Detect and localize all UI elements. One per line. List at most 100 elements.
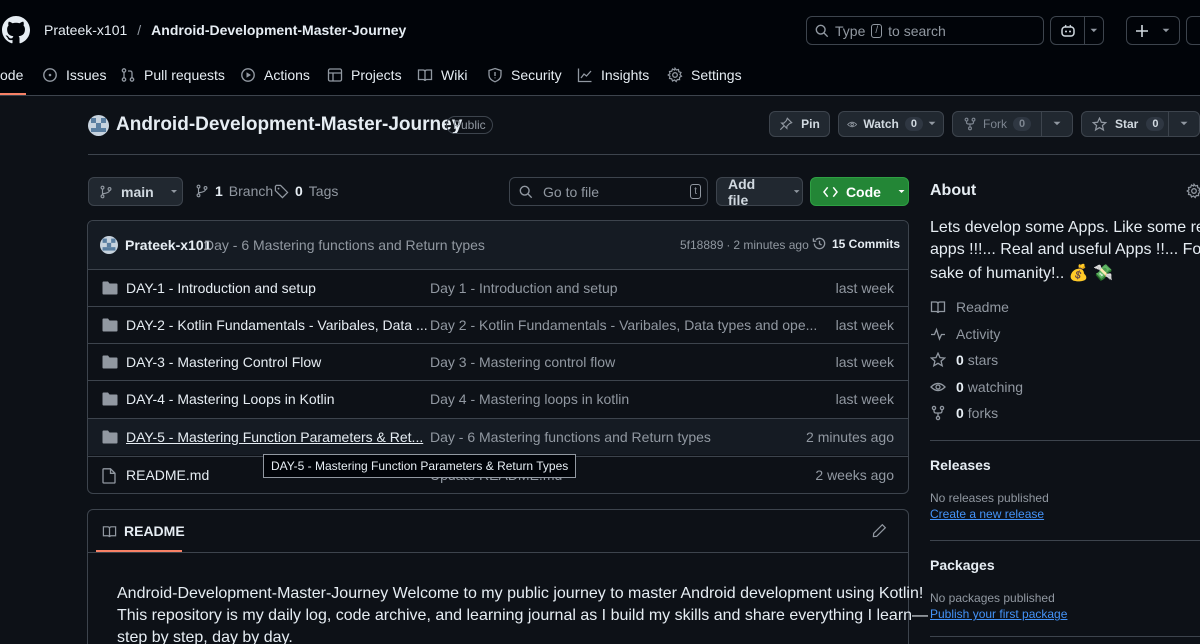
branches-link[interactable]: 1 Branch: [195, 183, 273, 199]
fork-button[interactable]: Fork 0: [952, 111, 1073, 137]
tab-security-label: Security: [511, 67, 562, 83]
star-label: Star: [1115, 117, 1139, 131]
commit-meta-dot: ·: [726, 238, 731, 252]
stars-link[interactable]: 0 stars: [930, 352, 998, 368]
watching-link[interactable]: 0 watching: [930, 379, 1023, 395]
copilot-icon: [1060, 24, 1075, 37]
go-to-file-key-hint: t: [690, 184, 701, 199]
file-commit-message[interactable]: Day 2 - Kotlin Fundamentals - Varibales,…: [430, 317, 817, 333]
tag-icon: [274, 184, 289, 198]
commit-author-avatar: [100, 236, 118, 254]
file-row-hovered[interactable]: DAY-5 - Mastering Function Parameters & …: [88, 418, 908, 455]
issues-shortcut-button[interactable]: [1186, 16, 1200, 45]
tab-projects[interactable]: Projects: [327, 62, 402, 88]
branch-selector[interactable]: main: [88, 177, 183, 206]
chevron-down-icon: [898, 189, 905, 193]
owner-link[interactable]: Prateek-x101: [44, 22, 127, 38]
readme-header-divider: [88, 552, 908, 553]
commits-link[interactable]: 15 Commits: [812, 236, 900, 251]
file-commit-message[interactable]: Day - 6 Mastering functions and Return t…: [430, 429, 711, 445]
create-new-button[interactable]: [1126, 16, 1180, 45]
tab-actions[interactable]: Actions: [240, 62, 310, 88]
folder-icon: [102, 281, 118, 295]
file-row[interactable]: DAY-2 - Kotlin Fundamentals - Varibales,…: [88, 306, 908, 343]
file-name[interactable]: DAY-1 - Introduction and setup: [126, 280, 316, 296]
create-release-link[interactable]: Create a new release: [930, 507, 1044, 521]
add-file-label: Add file: [728, 175, 756, 208]
branch-name: main: [121, 183, 154, 200]
file-name[interactable]: README.md: [126, 467, 209, 483]
pin-button[interactable]: Pin: [769, 111, 830, 137]
file-date: 2 minutes ago: [806, 429, 894, 445]
tab-wiki-label: Wiki: [441, 67, 468, 83]
tab-issues[interactable]: Issues: [42, 62, 106, 88]
file-name[interactable]: DAY-2 - Kotlin Fundamentals - Varibales,…: [126, 317, 428, 333]
fork-count: 0: [1013, 117, 1032, 131]
file-name[interactable]: DAY-3 - Mastering Control Flow: [126, 354, 321, 370]
github-logo-icon[interactable]: [2, 16, 30, 44]
file-name[interactable]: DAY-4 - Mastering Loops in Kotlin: [126, 391, 335, 407]
go-to-file-input[interactable]: Go to file t: [509, 177, 708, 206]
packages-heading[interactable]: Packages: [930, 557, 995, 573]
file-row[interactable]: DAY-3 - Mastering Control Flow Day 3 - M…: [88, 343, 908, 380]
pencil-icon: [872, 523, 887, 538]
chevron-down-icon: [1053, 121, 1061, 126]
sidebar-divider: [930, 540, 1200, 541]
repo-link[interactable]: Android-Development-Master-Journey: [151, 22, 406, 38]
tab-readme[interactable]: README: [102, 523, 185, 539]
forks-link[interactable]: 0 forks: [930, 405, 998, 421]
activity-link[interactable]: Activity: [930, 326, 1000, 342]
copilot-button[interactable]: [1050, 16, 1104, 45]
repo-title[interactable]: Android-Development-Master-Journey: [116, 114, 462, 136]
file-name[interactable]: DAY-5 - Mastering Function Parameters & …: [126, 429, 423, 445]
publish-package-link[interactable]: Publish your first package: [930, 607, 1067, 621]
tab-security[interactable]: Security: [487, 62, 562, 88]
file-row[interactable]: DAY-4 - Mastering Loops in Kotlin Day 4 …: [88, 380, 908, 417]
tab-pull-requests[interactable]: Pull requests: [120, 62, 225, 88]
fork-icon: [964, 117, 976, 131]
commit-message[interactable]: Day - 6 Mastering functions and Return t…: [204, 237, 485, 253]
repo-avatar: [88, 115, 109, 136]
star-button[interactable]: Star 0: [1081, 111, 1200, 137]
file-date: last week: [835, 317, 894, 333]
gear-icon: [667, 67, 683, 83]
tab-code[interactable]: ode: [0, 62, 23, 88]
tooltip: DAY-5 - Mastering Function Parameters & …: [263, 454, 577, 478]
watch-count: 0: [904, 117, 923, 131]
file-date: last week: [835, 354, 894, 370]
book-icon: [102, 525, 117, 537]
file-commit-message[interactable]: Day 4 - Mastering loops in kotlin: [430, 391, 629, 407]
edit-readme-button[interactable]: [872, 523, 887, 538]
commits-count: 15 Commits: [832, 236, 901, 251]
search-input[interactable]: Type / to search: [806, 16, 1044, 45]
no-packages-text: No packages published: [930, 591, 1055, 605]
commit-meta: 5f18889 · 2 minutes ago: [680, 238, 809, 252]
code-button[interactable]: Code: [810, 177, 909, 206]
chevron-down-icon: [793, 189, 800, 193]
releases-heading[interactable]: Releases: [930, 457, 991, 473]
folder-icon: [102, 430, 118, 444]
tab-settings[interactable]: Settings: [667, 62, 742, 88]
search-suffix: to search: [888, 22, 946, 39]
add-file-button[interactable]: Add file: [716, 175, 803, 208]
tab-wiki[interactable]: Wiki: [417, 62, 467, 88]
issue-icon: [43, 68, 57, 82]
chevron-down-icon: [170, 189, 177, 193]
readme-link[interactable]: Readme: [930, 299, 1009, 315]
shield-icon: [488, 67, 502, 83]
file-commit-message[interactable]: Day 3 - Mastering control flow: [430, 354, 615, 370]
chevron-down-icon: [928, 121, 936, 126]
about-settings-button[interactable]: [1186, 183, 1200, 199]
file-commit-message[interactable]: Day 1 - Introduction and setup: [430, 280, 618, 296]
watching-count: 0: [956, 379, 964, 395]
folder-icon: [102, 392, 118, 406]
pin-icon: [780, 117, 793, 131]
commit-hash[interactable]: 5f18889: [680, 238, 723, 252]
breadcrumb-slash: /: [137, 22, 142, 38]
tab-insights[interactable]: Insights: [577, 62, 649, 88]
search-icon: [519, 185, 533, 198]
tags-link[interactable]: 0 Tags: [274, 183, 338, 199]
watch-button[interactable]: Watch 0: [838, 111, 944, 137]
file-row[interactable]: DAY-1 - Introduction and setup Day 1 - I…: [88, 269, 908, 306]
commit-author[interactable]: Prateek-x101: [125, 237, 211, 253]
